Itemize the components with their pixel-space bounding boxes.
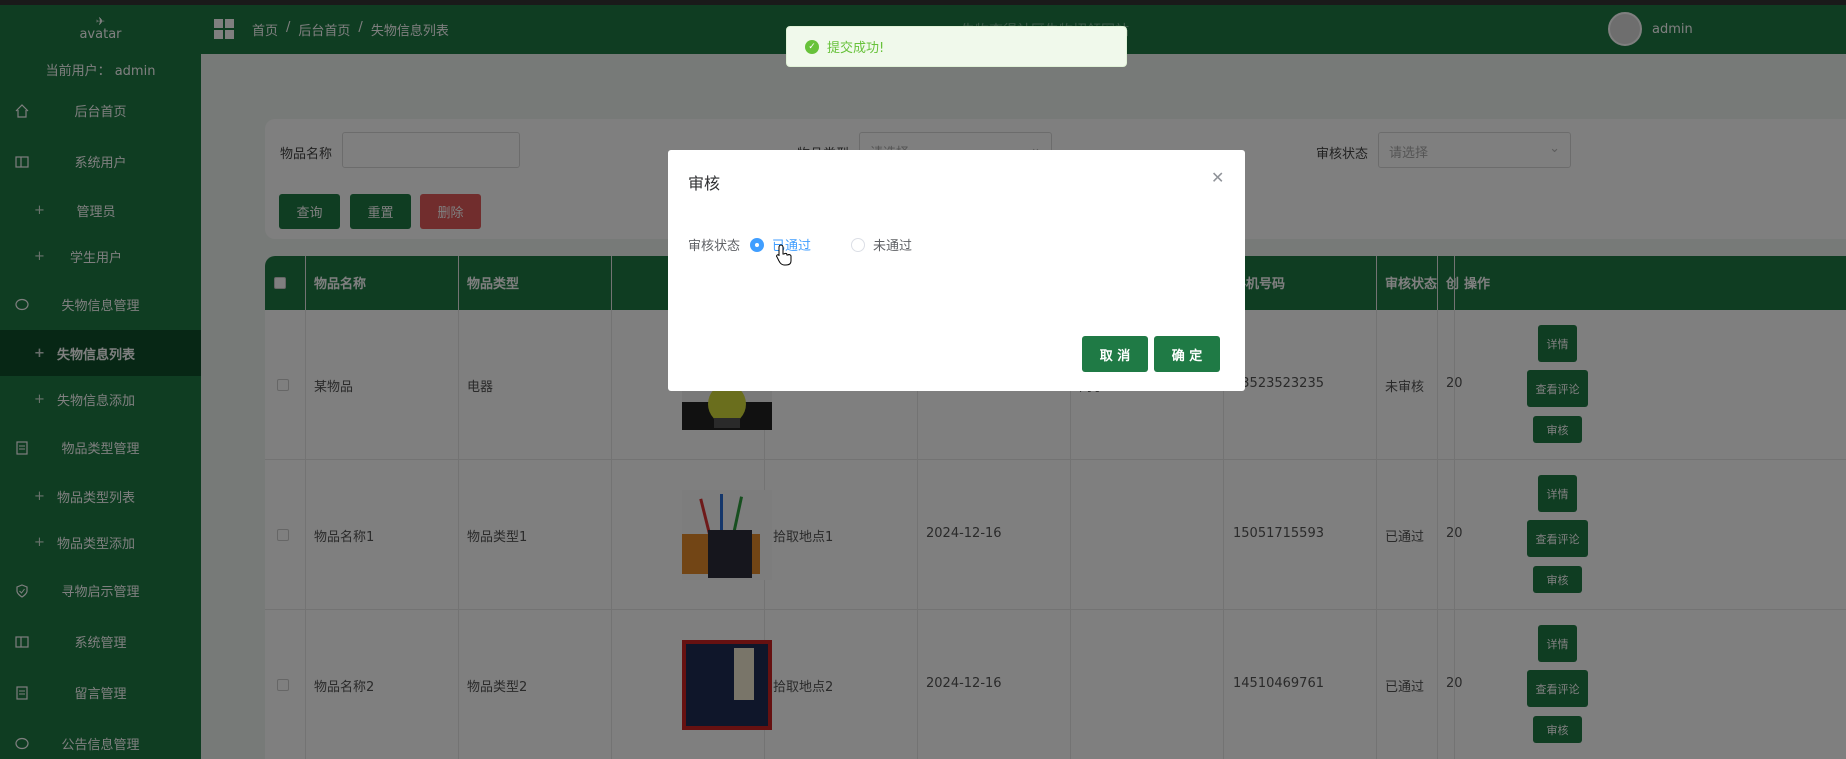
close-icon[interactable]: ✕ <box>1211 168 1224 187</box>
radio-checked-icon <box>750 237 765 252</box>
review-status-label: 审核状态 <box>688 239 741 254</box>
radio-rejected-label: 未通过 <box>873 239 913 254</box>
toast-message: 提交成功! <box>827 41 885 56</box>
review-status-field: 审核状态 已通过 未通过 <box>688 235 912 254</box>
radio-rejected[interactable]: 未通过 <box>851 235 912 254</box>
hand-pointer-icon <box>775 244 793 270</box>
success-toast: ✓ 提交成功! <box>786 26 1127 67</box>
review-dialog: 审核 ✕ 审核状态 已通过 未通过 取 消 确 定 <box>668 150 1245 391</box>
check-circle-icon: ✓ <box>805 39 819 54</box>
radio-unchecked-icon <box>851 237 866 252</box>
confirm-button[interactable]: 确 定 <box>1154 336 1220 372</box>
cancel-button[interactable]: 取 消 <box>1082 336 1148 372</box>
dialog-title: 审核 <box>688 174 721 193</box>
